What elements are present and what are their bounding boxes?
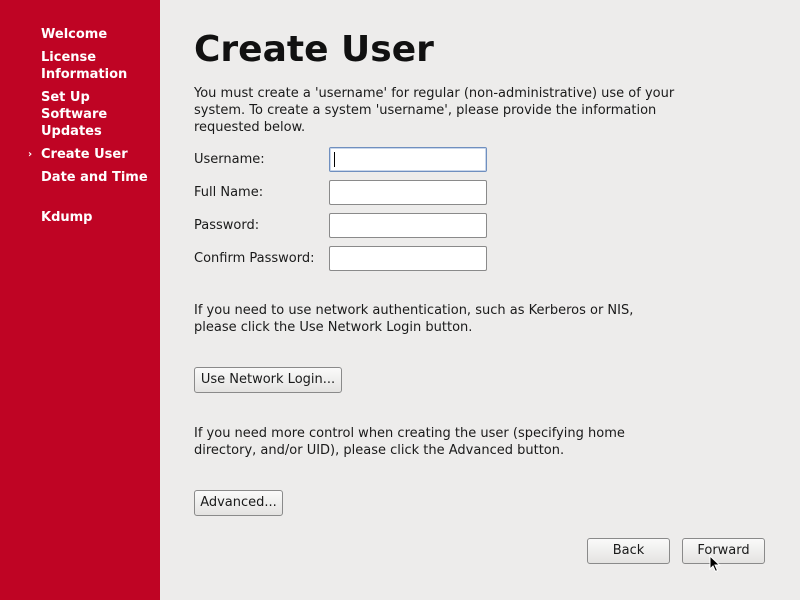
sidebar-item-label: License Information	[41, 50, 128, 82]
confirm-password-label: Confirm Password:	[194, 251, 315, 266]
sidebar-item-label: Create User	[41, 147, 128, 162]
sidebar-item-label: Set Up Software Updates	[41, 90, 108, 139]
sidebar-nav: Welcome License Information Set Up Softw…	[0, 0, 160, 600]
username-field[interactable]	[329, 147, 487, 172]
sidebar-item-label: Welcome	[41, 27, 108, 42]
confirm-password-field[interactable]	[329, 246, 487, 271]
mouse-pointer-icon	[709, 555, 721, 573]
password-label: Password:	[194, 218, 260, 233]
network-auth-text: If you need to use network authenticatio…	[194, 303, 634, 335]
fullname-label: Full Name:	[194, 185, 264, 200]
intro-text: You must create a 'username' for regular…	[194, 86, 675, 135]
forward-button[interactable]: Forward	[682, 538, 765, 564]
use-network-login-button[interactable]: Use Network Login...	[194, 367, 342, 393]
advanced-text: If you need more control when creating t…	[194, 426, 625, 458]
advanced-button[interactable]: Advanced...	[194, 490, 283, 516]
text-caret	[334, 152, 335, 167]
sidebar-item-welcome: Welcome	[41, 26, 156, 43]
sidebar-item-date-and-time: Date and Time	[41, 169, 156, 186]
sidebar-item-create-user: › Create User	[28, 146, 156, 163]
page-title: Create User	[194, 29, 434, 70]
back-button[interactable]: Back	[587, 538, 670, 564]
username-label: Username:	[194, 152, 265, 167]
sidebar-item-kdump: Kdump	[41, 209, 156, 226]
sidebar-item-license-information: License Information	[41, 49, 156, 83]
sidebar-item-label: Kdump	[41, 210, 93, 225]
sidebar-item-label: Date and Time	[41, 170, 148, 185]
password-field[interactable]	[329, 213, 487, 238]
current-step-arrow-icon: ›	[28, 149, 33, 160]
sidebar-item-software-updates: Set Up Software Updates	[41, 89, 156, 140]
fullname-field[interactable]	[329, 180, 487, 205]
main-content: Create User You must create a 'username'…	[160, 0, 800, 600]
